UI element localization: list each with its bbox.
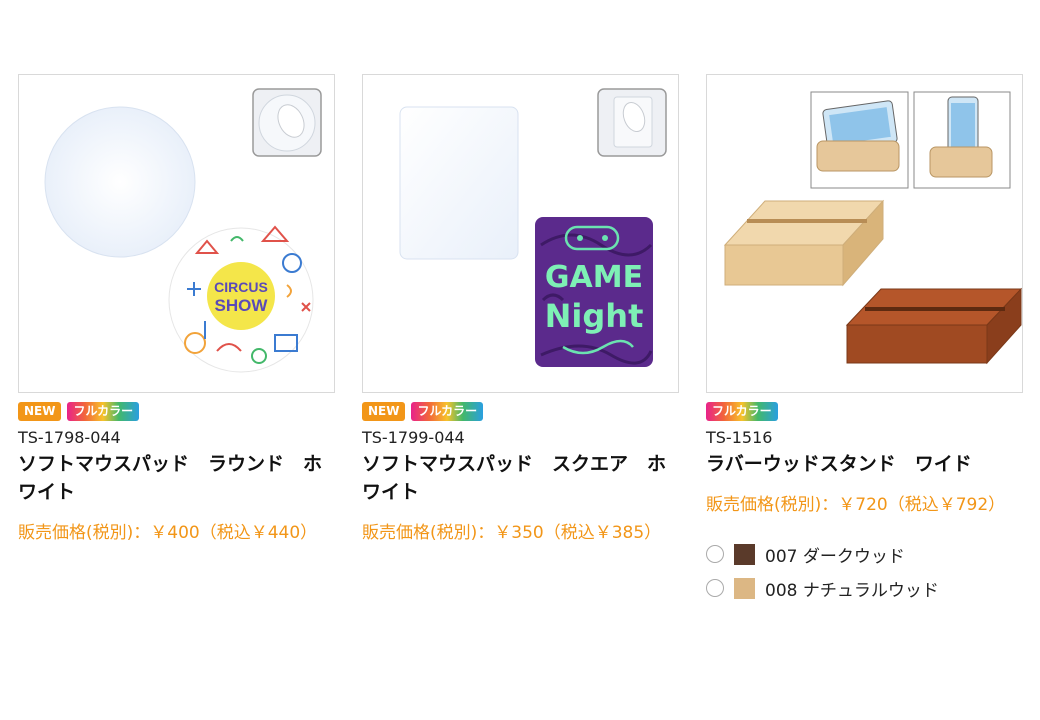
color-option-natural-wood[interactable]: 008 ナチュラルウッド <box>706 576 1023 601</box>
full-color-badge: フルカラー <box>67 402 140 421</box>
color-label: 008 ナチュラルウッド <box>765 580 939 601</box>
product-badges: NEW フルカラー <box>362 402 679 421</box>
product-card-round-mousepad: CIRCUS SHOW NEW フルカラー TS-1798-044 ソフトマウス… <box>18 74 335 610</box>
color-swatch <box>734 543 755 565</box>
product-image-wood-stand[interactable] <box>706 74 1023 393</box>
product-badges: NEW フルカラー <box>18 402 335 421</box>
color-option-dark-wood[interactable]: 007 ダークウッド <box>706 542 1023 567</box>
product-price: 販売価格(税別)：￥350（税込￥385） <box>362 523 662 543</box>
radio-button[interactable] <box>706 579 724 597</box>
product-grid: CIRCUS SHOW NEW フルカラー TS-1798-044 ソフトマウス… <box>18 74 1023 610</box>
product-card-square-mousepad: GAME Night NEW フルカラー TS-1799-044 ソフトマウスパ… <box>362 74 679 610</box>
game-line-2: Night <box>545 297 644 335</box>
color-label: 007 ダークウッド <box>765 546 905 567</box>
game-line-1: GAME <box>545 260 643 295</box>
product-name-link[interactable]: ラバーウッドスタンド ワイド <box>706 450 1023 478</box>
product-card-wood-stand: フルカラー TS-1516 ラバーウッドスタンド ワイド 販売価格(税別)：￥7… <box>706 74 1023 610</box>
round-mousepad-illustration: CIRCUS SHOW <box>44 88 322 373</box>
product-badges: フルカラー <box>706 402 1023 421</box>
full-color-badge: フルカラー <box>411 402 484 421</box>
product-code: TS-1799-044 <box>362 428 465 447</box>
wood-stand-illustration <box>723 91 1022 365</box>
product-name-link[interactable]: ソフトマウスパッド スクエア ホワイト <box>362 450 679 506</box>
new-badge: NEW <box>362 402 406 421</box>
product-code: TS-1798-044 <box>18 428 121 447</box>
circus-line-1: CIRCUS <box>214 279 268 295</box>
product-image-round-mousepad[interactable]: CIRCUS SHOW <box>18 74 335 393</box>
full-color-badge: フルカラー <box>706 402 778 421</box>
product-price: 販売価格(税別)：￥400（税込￥440） <box>18 523 318 543</box>
circus-line-2: SHOW <box>215 296 269 315</box>
new-badge: NEW <box>18 402 62 421</box>
color-options: 007 ダークウッド 008 ナチュラルウッド <box>706 542 1023 601</box>
square-mousepad-illustration: GAME Night <box>399 88 667 367</box>
product-image-square-mousepad[interactable]: GAME Night <box>362 74 679 393</box>
product-price: 販売価格(税別)：￥720（税込￥792） <box>706 495 1006 515</box>
color-swatch <box>734 577 755 599</box>
product-name-link[interactable]: ソフトマウスパッド ラウンド ホワイト <box>18 450 335 506</box>
radio-button[interactable] <box>706 545 724 563</box>
product-code: TS-1516 <box>706 428 773 447</box>
